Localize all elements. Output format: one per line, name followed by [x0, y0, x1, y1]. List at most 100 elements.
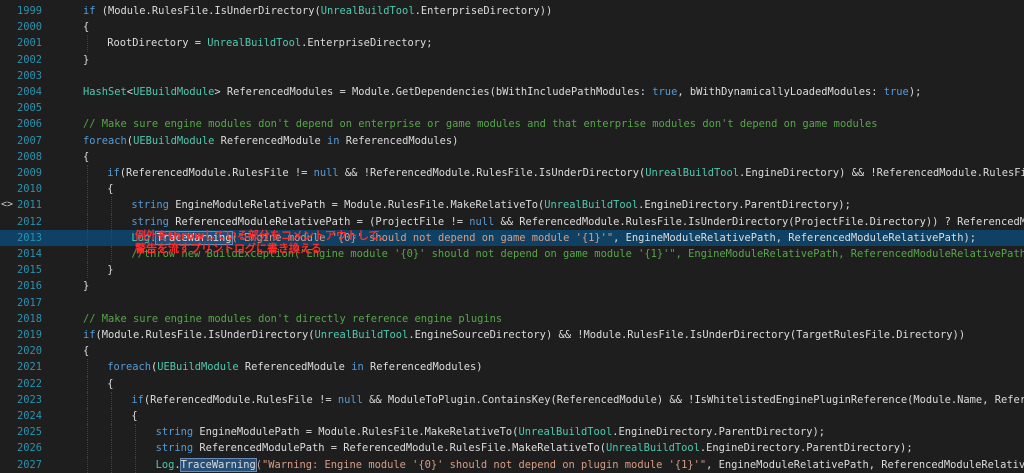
indent-guide	[87, 165, 88, 182]
code-line[interactable]: 2025 string EngineModulePath = Module.Rul…	[0, 424, 1024, 441]
code-token: {	[107, 183, 114, 196]
code-token: > ReferencedModules = Module.GetDependen…	[214, 86, 653, 98]
code-token: {	[107, 377, 114, 390]
line-number: 2016	[16, 280, 42, 293]
line-number: 2011	[16, 199, 42, 212]
code-token: ReferencedModuleRelativePath = (ProjectF…	[168, 215, 470, 228]
code-token: foreach	[83, 134, 127, 147]
line-number: 2006	[16, 118, 42, 131]
code-line[interactable]: 2003	[0, 68, 1024, 84]
code-text: {	[107, 181, 113, 197]
code-text: }	[83, 278, 89, 294]
code-text: // Make sure engine modules don't direct…	[83, 311, 502, 327]
indent-guide	[111, 213, 113, 230]
code-line[interactable]: 2023 if(ReferencedModule.RulesFile != nul…	[0, 391, 1024, 408]
indent-guide	[111, 424, 113, 441]
annotation-note: 例外をthrowしている部分をコメントアウトして、 警告を流すプリントログに書き…	[135, 229, 391, 255]
code-token: string	[131, 199, 169, 212]
indent-guide	[87, 197, 88, 214]
code-line[interactable]: 1999 if (Module.RulesFile.IsUnderDirector…	[0, 3, 1024, 19]
indent-guide	[87, 213, 88, 230]
line-number: 2026	[16, 442, 42, 455]
code-line[interactable]: 2000 {	[0, 19, 1024, 35]
code-text: if(ReferencedModule.RulesFile != null &&…	[131, 392, 1024, 408]
code-token: null	[469, 215, 495, 228]
code-line[interactable]: 2022 {	[0, 375, 1024, 392]
indent-guide	[111, 456, 113, 473]
code-token: (Module.RulesFile.IsUnderDirectory(	[95, 5, 321, 17]
code-line[interactable]: 2011 string EngineModuleRelativePath = Mo…	[0, 197, 1024, 214]
code-token: .EnterpriseDirectory;	[301, 37, 433, 50]
indent-guide	[111, 229, 113, 246]
code-line[interactable]: 2018 // Make sure engine modules don't di…	[0, 311, 1024, 327]
code-line[interactable]: 2010 {	[0, 181, 1024, 198]
code-line[interactable]: 2021 foreach(UEBuildModule ReferencedModu…	[0, 359, 1024, 376]
code-line[interactable]: 2008 {	[0, 149, 1024, 165]
code-text: }	[83, 52, 89, 68]
code-token: ReferencedModulePath = ReferencedModule.…	[193, 442, 607, 455]
code-token: UnrealBuildTool	[645, 167, 740, 179]
code-token: if	[107, 167, 120, 179]
indent-guide	[87, 408, 88, 425]
line-number: 2005	[16, 102, 42, 115]
code-token: .EngineDirectory) && !ReferencedModule.R…	[739, 167, 1024, 179]
code-token: if	[83, 5, 96, 17]
indent-guide	[87, 229, 88, 246]
code-token: ReferencedModule	[214, 134, 327, 147]
code-line[interactable]: 2016}	[0, 278, 1024, 294]
code-token: (ReferencedModule.RulesFile !=	[119, 167, 314, 179]
code-line[interactable]: 2027 Log.TraceWarning("Warning: Engine mo…	[0, 456, 1024, 473]
code-token: .	[174, 458, 181, 471]
code-line[interactable]: 2009 if(ReferencedModule.RulesFile != nul…	[0, 165, 1024, 182]
code-token: .EngineDirectory.ParentDirectory);	[612, 426, 825, 439]
code-token: && !ReferencedModule.RulesFile.IsUnderDi…	[338, 167, 646, 179]
code-token: ReferencedModules)	[363, 361, 483, 374]
code-line[interactable]: 2024 {	[0, 408, 1024, 425]
code-text: foreach(UEBuildModule ReferencedModule i…	[83, 133, 458, 149]
code-line[interactable]: 2012 string ReferencedModuleRelativePath …	[0, 213, 1024, 230]
indent-guide	[111, 246, 113, 263]
code-token: ("Warning: Engine module '{0}' should no…	[255, 458, 707, 471]
code-line[interactable]: 2020 {	[0, 343, 1024, 359]
code-text: // Make sure engine modules don't depend…	[83, 116, 877, 132]
code-text: {	[83, 19, 89, 35]
indent-guide	[87, 424, 88, 441]
line-number: 2013	[16, 231, 42, 244]
code-line[interactable]: 2007 foreach(UEBuildModule ReferencedModu…	[0, 133, 1024, 149]
indent-guide	[111, 197, 113, 214]
code-token: in	[351, 361, 364, 374]
code-text: HashSet<UEBuildModule> ReferencedModules…	[83, 84, 921, 100]
selected-token: TraceWarning	[179, 457, 257, 472]
code-token: {	[83, 150, 90, 163]
code-text: if (Module.RulesFile.IsUnderDirectory(Un…	[83, 3, 552, 19]
code-line[interactable]: 2017	[0, 295, 1024, 311]
indent-guide	[111, 440, 113, 457]
code-token: UnrealBuildTool	[518, 426, 613, 439]
code-line[interactable]: 2001 RootDirectory = UnrealBuildTool.Ente…	[0, 35, 1024, 52]
code-token: if	[131, 393, 144, 406]
code-line[interactable]: 2005	[0, 100, 1024, 116]
indent-guide	[87, 456, 88, 473]
code-line[interactable]: 2006 // Make sure engine modules don't de…	[0, 116, 1024, 132]
code-line[interactable]: 2026 string ReferencedModulePath = Refere…	[0, 440, 1024, 457]
code-text: string EngineModulePath = Module.RulesFi…	[156, 424, 825, 440]
code-token: in	[327, 134, 340, 147]
code-text: {	[107, 376, 113, 392]
code-line[interactable]: 2015}	[0, 262, 1024, 279]
code-text: string EngineModuleRelativePath = Module…	[131, 197, 850, 213]
line-number: 2008	[16, 150, 42, 163]
line-number: 2001	[16, 37, 42, 50]
indent-guide	[111, 408, 113, 425]
line-number: 2022	[16, 377, 42, 390]
code-text: Log.TraceWarning("Warning: Engine module…	[156, 457, 1024, 473]
code-line[interactable]: 2019 if(Module.RulesFile.IsUnderDirectory…	[0, 327, 1024, 343]
indent-guide	[87, 262, 88, 279]
code-line[interactable]: 2002}	[0, 52, 1024, 68]
indent-guide	[135, 440, 137, 457]
indent-guide	[87, 35, 88, 52]
code-line[interactable]: 2004 HashSet<UEBuildModule> ReferencedMod…	[0, 84, 1024, 100]
code-token: .EngineSourceDirectory) && !Module.Rules…	[408, 329, 966, 341]
line-number: 2020	[16, 345, 42, 358]
code-token: , EngineModuleRelativePath, ReferencedMo…	[613, 231, 976, 244]
code-editor[interactable]: <> 1999 if (Module.RulesFile.IsUnderDirec…	[0, 0, 1024, 473]
